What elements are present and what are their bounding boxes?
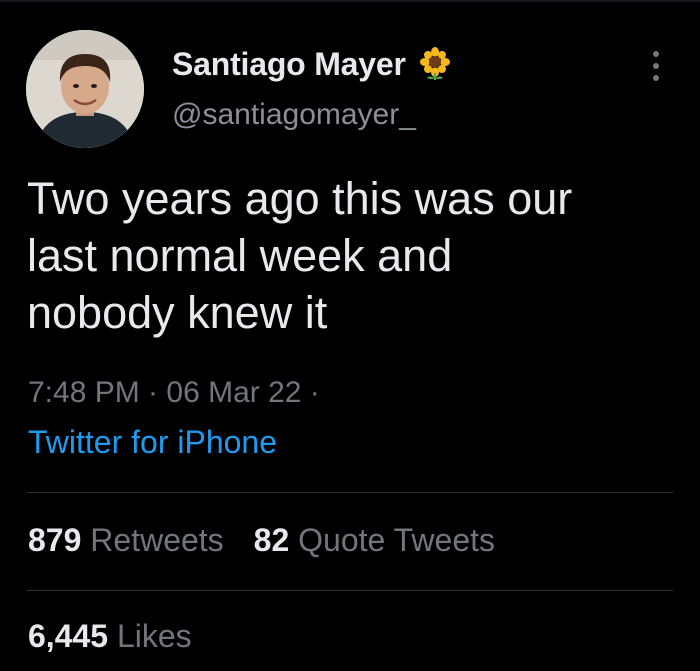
- avatar-photo: [26, 30, 144, 148]
- retweets-stat[interactable]: 879 Retweets: [28, 522, 224, 559]
- author-name-row: Santiago Mayer: [172, 42, 452, 86]
- likes-stat[interactable]: 6,445 Likes: [28, 618, 192, 655]
- engagement-stats: 879 Retweets 82 Quote Tweets: [28, 522, 525, 559]
- tweet-text: Two years ago this was our last normal w…: [27, 173, 573, 338]
- likes-count: 6,445: [28, 618, 109, 654]
- divider: [27, 492, 673, 493]
- divider: [27, 590, 673, 591]
- top-divider: [0, 0, 700, 2]
- quote-tweets-stat[interactable]: 82 Quote Tweets: [254, 522, 495, 559]
- more-vertical-icon[interactable]: [648, 46, 664, 86]
- quote-tweets-label: Quote Tweets: [298, 522, 496, 558]
- tweet-timestamp[interactable]: 7:48 PM · 06 Mar 22 ·: [28, 376, 320, 410]
- sunflower-icon: [418, 47, 452, 81]
- retweets-label: Retweets: [90, 522, 224, 558]
- tweet-source-link[interactable]: Twitter for iPhone: [28, 424, 277, 461]
- author-handle[interactable]: @santiagomayer_: [172, 98, 416, 132]
- author-display-name[interactable]: Santiago Mayer: [172, 46, 406, 83]
- retweets-count: 879: [28, 522, 82, 558]
- quote-tweets-count: 82: [253, 522, 290, 558]
- avatar[interactable]: [26, 30, 144, 148]
- likes-label: Likes: [116, 618, 192, 654]
